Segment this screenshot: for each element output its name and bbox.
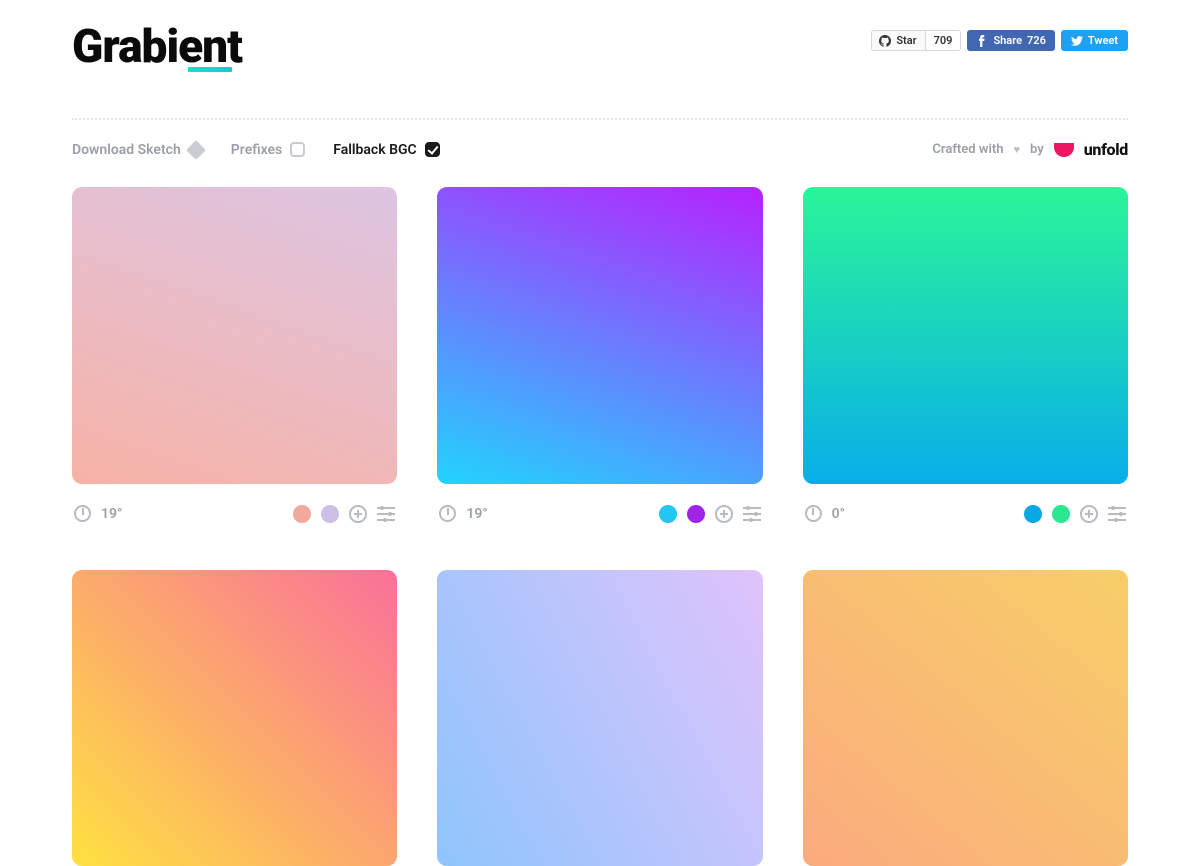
gradient-card: [437, 570, 762, 866]
download-sketch-button[interactable]: Download Sketch: [72, 142, 203, 158]
gradient-card: 19°: [437, 187, 762, 530]
sliders-icon[interactable]: [743, 507, 761, 521]
facebook-share-label: Share: [993, 34, 1022, 47]
prefixes-checkbox: [290, 142, 305, 157]
angle-value[interactable]: 19°: [101, 506, 122, 522]
logo-underline: [188, 67, 232, 72]
gradient-controls: 0°: [803, 484, 1128, 530]
fallback-bgc-checkbox: [425, 142, 440, 157]
gradient-swatch[interactable]: [72, 187, 397, 484]
heart-icon: ♥: [1013, 143, 1020, 156]
credit-by: by: [1030, 142, 1044, 157]
twitter-icon: [1071, 35, 1083, 47]
sketch-diamond-icon: [186, 140, 206, 160]
angle-icon[interactable]: [805, 505, 822, 522]
github-icon: [879, 35, 891, 47]
facebook-icon: [976, 35, 988, 47]
add-color-button[interactable]: [715, 505, 733, 523]
github-star-label: Star: [896, 34, 916, 47]
add-color-button[interactable]: [1080, 505, 1098, 523]
gradient-swatch[interactable]: [437, 570, 762, 866]
color-stop-dot[interactable]: [321, 505, 339, 523]
twitter-tweet-label: Tweet: [1088, 34, 1118, 47]
color-stop-dot[interactable]: [293, 505, 311, 523]
credit-prefix: Crafted with: [932, 142, 1003, 157]
logo-wrap: Grabient: [72, 24, 242, 72]
github-star-button[interactable]: Star 709: [871, 30, 961, 51]
gradient-grid: 19° 19° 0°: [72, 187, 1128, 866]
sliders-icon[interactable]: [1108, 507, 1126, 521]
unfold-brand: unfold: [1084, 140, 1128, 159]
gradient-card: [803, 570, 1128, 866]
color-stop-dot[interactable]: [1024, 505, 1042, 523]
facebook-share-button[interactable]: Share 726: [967, 30, 1054, 51]
social-buttons: Star 709 Share 726 Tweet: [871, 30, 1128, 51]
gradient-card: 0°: [803, 187, 1128, 530]
credit[interactable]: Crafted with ♥ by unfold: [932, 140, 1128, 159]
logo: Grabient: [72, 24, 242, 70]
unfold-logo-icon: [1054, 143, 1074, 157]
fallback-bgc-label: Fallback BGC: [333, 142, 416, 158]
gradient-swatch[interactable]: [72, 570, 397, 866]
facebook-share-count: 726: [1027, 34, 1046, 47]
add-color-button[interactable]: [349, 505, 367, 523]
gradient-card: [72, 570, 397, 866]
angle-icon[interactable]: [74, 505, 91, 522]
header: Grabient Star 709 Share 726 Tweet: [72, 24, 1128, 90]
github-star-count: 709: [926, 30, 962, 51]
gradient-swatch[interactable]: [803, 187, 1128, 484]
toolbar: Download Sketch Prefixes Fallback BGC Cr…: [72, 140, 1128, 159]
divider: [72, 118, 1128, 120]
gradient-swatch[interactable]: [437, 187, 762, 484]
prefixes-toggle[interactable]: Prefixes: [231, 142, 305, 158]
prefixes-label: Prefixes: [231, 142, 282, 158]
gradient-card: 19°: [72, 187, 397, 530]
color-stop-dot[interactable]: [659, 505, 677, 523]
gradient-swatch[interactable]: [803, 570, 1128, 866]
color-stop-dot[interactable]: [687, 505, 705, 523]
sliders-icon[interactable]: [377, 507, 395, 521]
gradient-controls: 19°: [72, 484, 397, 530]
angle-icon[interactable]: [439, 505, 456, 522]
twitter-tweet-button[interactable]: Tweet: [1061, 30, 1128, 51]
color-stop-dot[interactable]: [1052, 505, 1070, 523]
download-sketch-label: Download Sketch: [72, 142, 181, 158]
angle-value[interactable]: 19°: [466, 506, 487, 522]
angle-value[interactable]: 0°: [832, 506, 845, 522]
fallback-bgc-toggle[interactable]: Fallback BGC: [333, 142, 439, 158]
gradient-controls: 19°: [437, 484, 762, 530]
